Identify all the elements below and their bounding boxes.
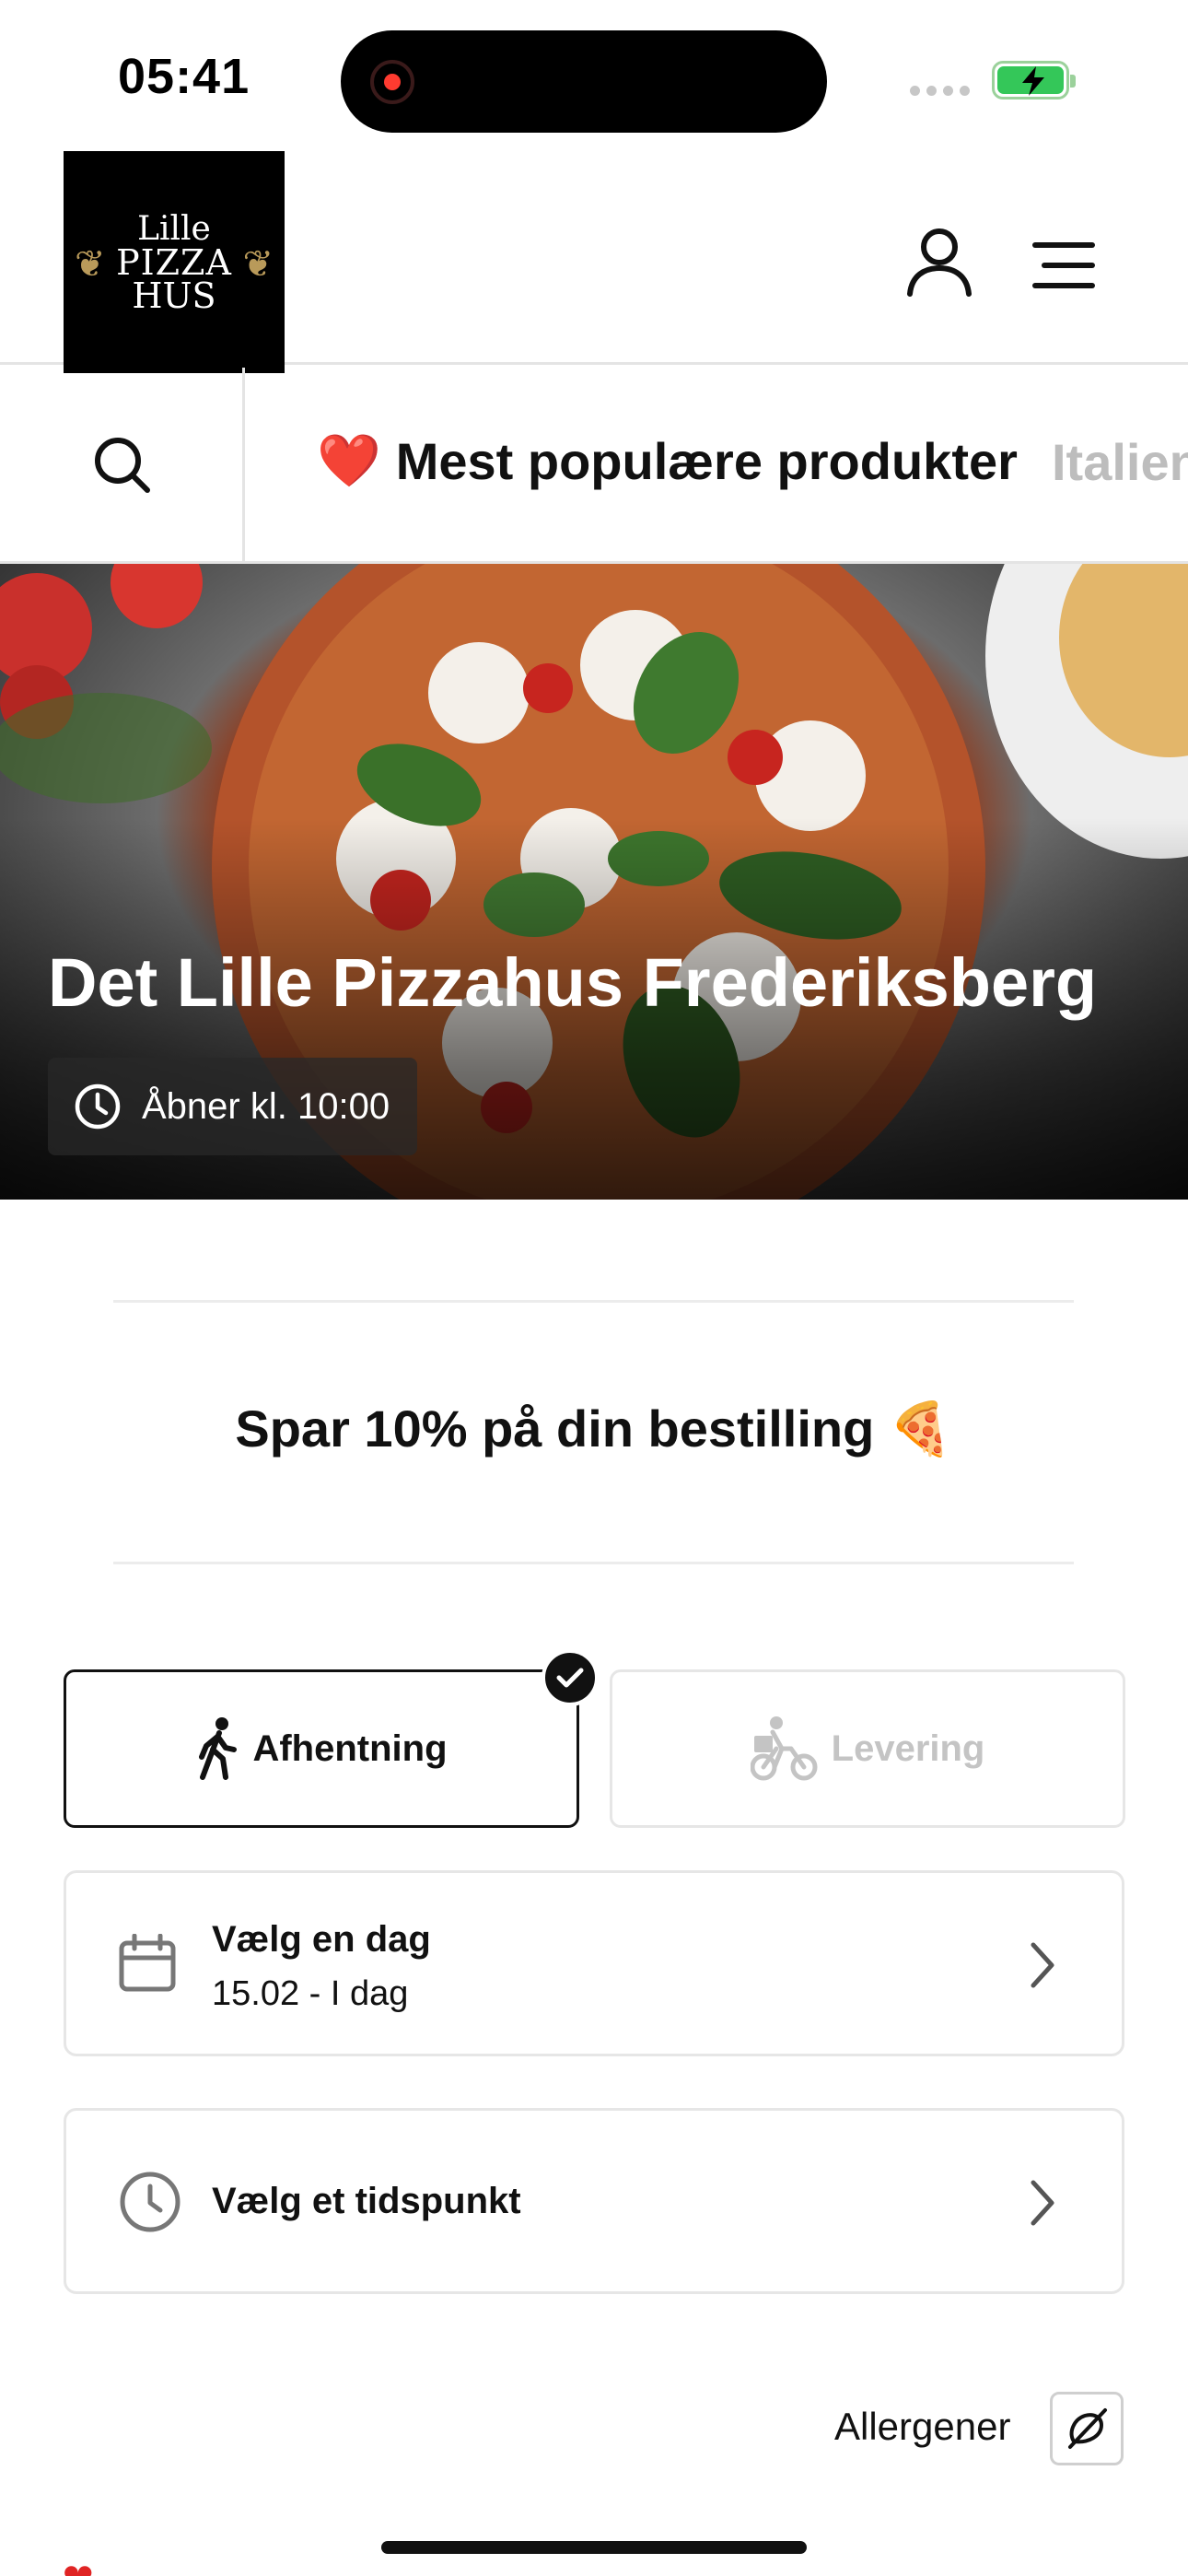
- pickup-option-button[interactable]: Afhentning: [64, 1669, 579, 1828]
- cellular-signal-icon: [910, 86, 970, 96]
- time-picker-title: Vælg et tidspunkt: [212, 2181, 521, 2221]
- category-tab-italien[interactable]: Italien: [1052, 432, 1188, 492]
- category-bar: ❤️ Mest populære produkter Italien: [0, 368, 1188, 564]
- chevron-right-icon: [1031, 2180, 1054, 2226]
- site-header: ❦ Lille PIZZA HUS ❦: [0, 147, 1188, 373]
- status-time: 05:41: [118, 49, 250, 104]
- clock-icon: [120, 2172, 181, 2232]
- delivery-option-button[interactable]: Levering: [610, 1669, 1125, 1828]
- dynamic-island: [341, 30, 827, 133]
- screen-recording-icon: [370, 60, 414, 104]
- status-bar: 05:41: [0, 0, 1188, 147]
- pizza-icon: 🍕: [888, 1399, 953, 1458]
- divider: [113, 1300, 1074, 1303]
- opening-hours-text: Åbner kl. 10:00: [142, 1085, 390, 1127]
- allergens-label[interactable]: Allergener: [834, 2405, 1010, 2449]
- next-section-heart-icon: ❤: [63, 2557, 94, 2576]
- logo-ornament-right-icon: ❦: [242, 244, 274, 285]
- category-tab-label: Mest populære produkter: [395, 431, 1018, 490]
- pickup-label: Afhentning: [252, 1727, 448, 1769]
- time-picker[interactable]: Vælg et tidspunkt: [64, 2108, 1124, 2294]
- delivery-label: Levering: [831, 1727, 985, 1769]
- search-button[interactable]: [0, 368, 245, 561]
- user-icon: [907, 228, 972, 297]
- home-indicator[interactable]: [381, 2541, 807, 2554]
- walking-person-icon: [199, 1717, 238, 1780]
- heart-icon: ❤️: [317, 431, 381, 489]
- hero-banner: Det Lille Pizzahus Frederiksberg Åbner k…: [0, 564, 1188, 1200]
- bicycle-courier-icon: [750, 1716, 818, 1781]
- account-button[interactable]: [903, 226, 976, 299]
- opening-hours-badge: Åbner kl. 10:00: [48, 1058, 418, 1155]
- logo-wordmark: Lille PIZZA HUS: [116, 209, 232, 316]
- selected-check-icon: [542, 1649, 599, 1706]
- search-icon: [94, 438, 150, 493]
- allergen-filter-icon: [1068, 2408, 1107, 2449]
- day-picker[interactable]: Vælg en dag 15.02 - I dag: [64, 1870, 1124, 2056]
- menu-button[interactable]: [1030, 240, 1098, 291]
- chevron-right-icon: [1031, 1942, 1054, 1988]
- clock-icon: [75, 1083, 121, 1130]
- restaurant-name: Det Lille Pizzahus Frederiksberg: [48, 944, 1098, 1021]
- restaurant-logo[interactable]: ❦ Lille PIZZA HUS ❦: [64, 151, 285, 373]
- day-picker-value: 15.02 - I dag: [212, 1974, 409, 2013]
- logo-ornament-left-icon: ❦: [75, 244, 106, 285]
- hamburger-icon: [1032, 242, 1095, 288]
- allergens-button[interactable]: [1050, 2392, 1124, 2465]
- category-tab-popular[interactable]: ❤️ Mest populære produkter: [317, 430, 1018, 491]
- day-picker-title: Vælg en dag: [212, 1919, 431, 1960]
- divider: [113, 1562, 1074, 1564]
- promo-text: Spar 10% på din bestilling: [235, 1399, 875, 1458]
- battery-charging-icon: [992, 61, 1076, 100]
- calendar-icon: [119, 1934, 176, 1992]
- promo-banner: Spar 10% på din bestilling 🍕: [0, 1399, 1188, 1459]
